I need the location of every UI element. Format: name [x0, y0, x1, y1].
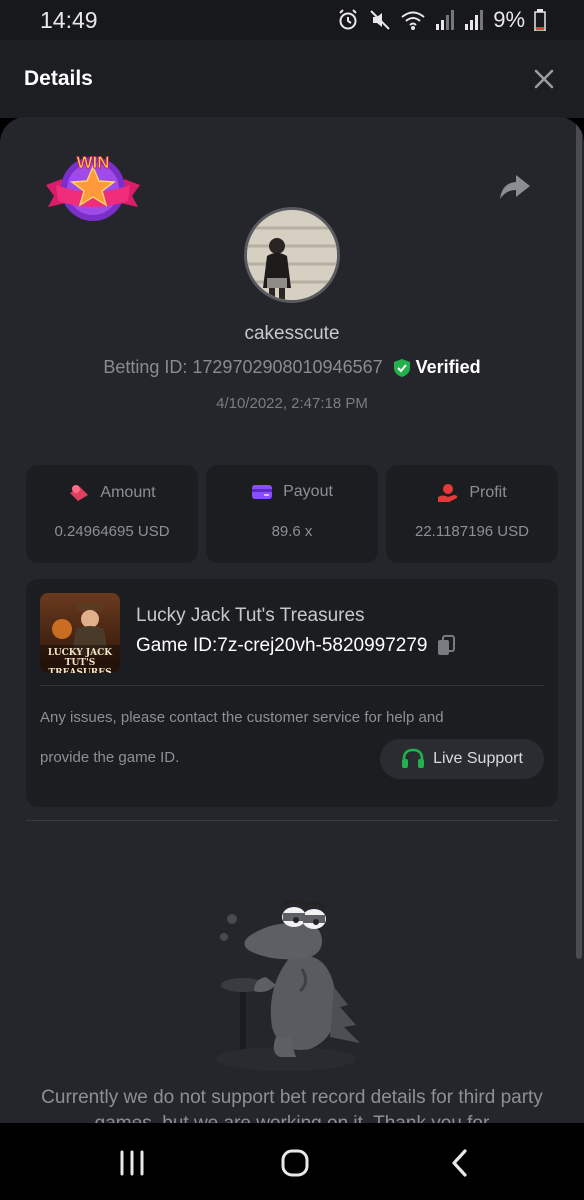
bet-timestamp: 4/10/2022, 2:47:18 PM	[216, 395, 368, 412]
profit-hand-icon	[438, 484, 458, 502]
username: cakesscute	[244, 323, 340, 344]
system-nav-bar	[0, 1123, 584, 1200]
live-support-button[interactable]: Live Support	[380, 739, 544, 779]
win-badge-text: WIN	[76, 153, 109, 172]
status-bar: 14:49 9%	[0, 0, 584, 40]
recent-apps-icon	[120, 1150, 144, 1176]
support-notice-line-2: provide the game ID.	[40, 749, 180, 766]
details-header: Details	[0, 40, 584, 118]
signal-icon	[436, 10, 455, 30]
profit-value: 22.1187196 USD	[415, 523, 529, 540]
battery-icon	[534, 9, 546, 31]
verified-badge: Verified	[393, 357, 481, 378]
live-support-label: Live Support	[433, 750, 523, 767]
close-icon[interactable]	[528, 63, 560, 95]
crocodile-illustration	[216, 899, 360, 1071]
home-button[interactable]	[275, 1143, 315, 1183]
win-badge: WIN	[46, 153, 140, 221]
section-divider	[26, 820, 558, 821]
mute-icon	[370, 10, 390, 30]
verified-label: Verified	[415, 357, 481, 377]
recent-apps-button[interactable]	[112, 1143, 152, 1183]
payout-value: 89.6 x	[271, 523, 313, 540]
unsupported-notice: Currently we do not support bet record d…	[41, 1087, 543, 1123]
divider	[40, 685, 544, 686]
game-id: Game ID:7z-crej20vh-5820997279	[136, 635, 428, 656]
scrollbar[interactable]	[576, 117, 582, 959]
profit-card: Profit 22.1187196 USD	[386, 465, 558, 563]
amount-label: Amount	[100, 484, 156, 501]
share-icon[interactable]	[498, 171, 532, 203]
status-icons: 9%	[336, 7, 546, 33]
details-sheet: WIN cakesscute Betting ID: 1729702908010…	[0, 117, 584, 1123]
game-thumbnail[interactable]: LUCKY JACK TUT'S TREASURES	[40, 593, 120, 673]
payout-label: Payout	[283, 483, 333, 500]
profit-label: Profit	[469, 484, 507, 501]
home-icon	[281, 1149, 309, 1177]
betting-id-row: Betting ID: 1729702908010946567 Verified	[0, 357, 584, 378]
amount-icon	[70, 485, 89, 501]
page-title: Details	[24, 67, 93, 90]
back-button[interactable]	[440, 1143, 480, 1183]
copy-icon[interactable]	[436, 635, 456, 657]
signal-icon-2	[465, 10, 484, 30]
betting-id: Betting ID: 1729702908010946567	[103, 357, 383, 377]
game-name: Lucky Jack Tut's Treasures	[136, 605, 365, 626]
wifi-icon	[401, 11, 425, 30]
alarm-icon	[339, 9, 357, 30]
avatar	[244, 207, 340, 303]
status-time: 14:49	[40, 6, 98, 33]
verified-shield-icon	[393, 358, 410, 377]
game-card: LUCKY JACK TUT'S TREASURES Lucky Jack Tu…	[26, 579, 558, 807]
amount-card: Amount 0.24964695 USD	[26, 465, 198, 563]
support-notice-line-1: Any issues, please contact the customer …	[40, 709, 444, 726]
payout-card: Payout 89.6 x	[206, 465, 378, 563]
game-id-row: Game ID:7z-crej20vh-5820997279	[136, 635, 456, 657]
battery-level: 9%	[493, 7, 525, 32]
headset-icon	[402, 748, 425, 768]
back-icon	[452, 1149, 467, 1177]
game-thumb-title: LUCKY JACK TUT'S TREASURES	[47, 648, 113, 673]
payout-card-icon	[252, 485, 273, 499]
amount-value: 0.24964695 USD	[54, 523, 170, 540]
